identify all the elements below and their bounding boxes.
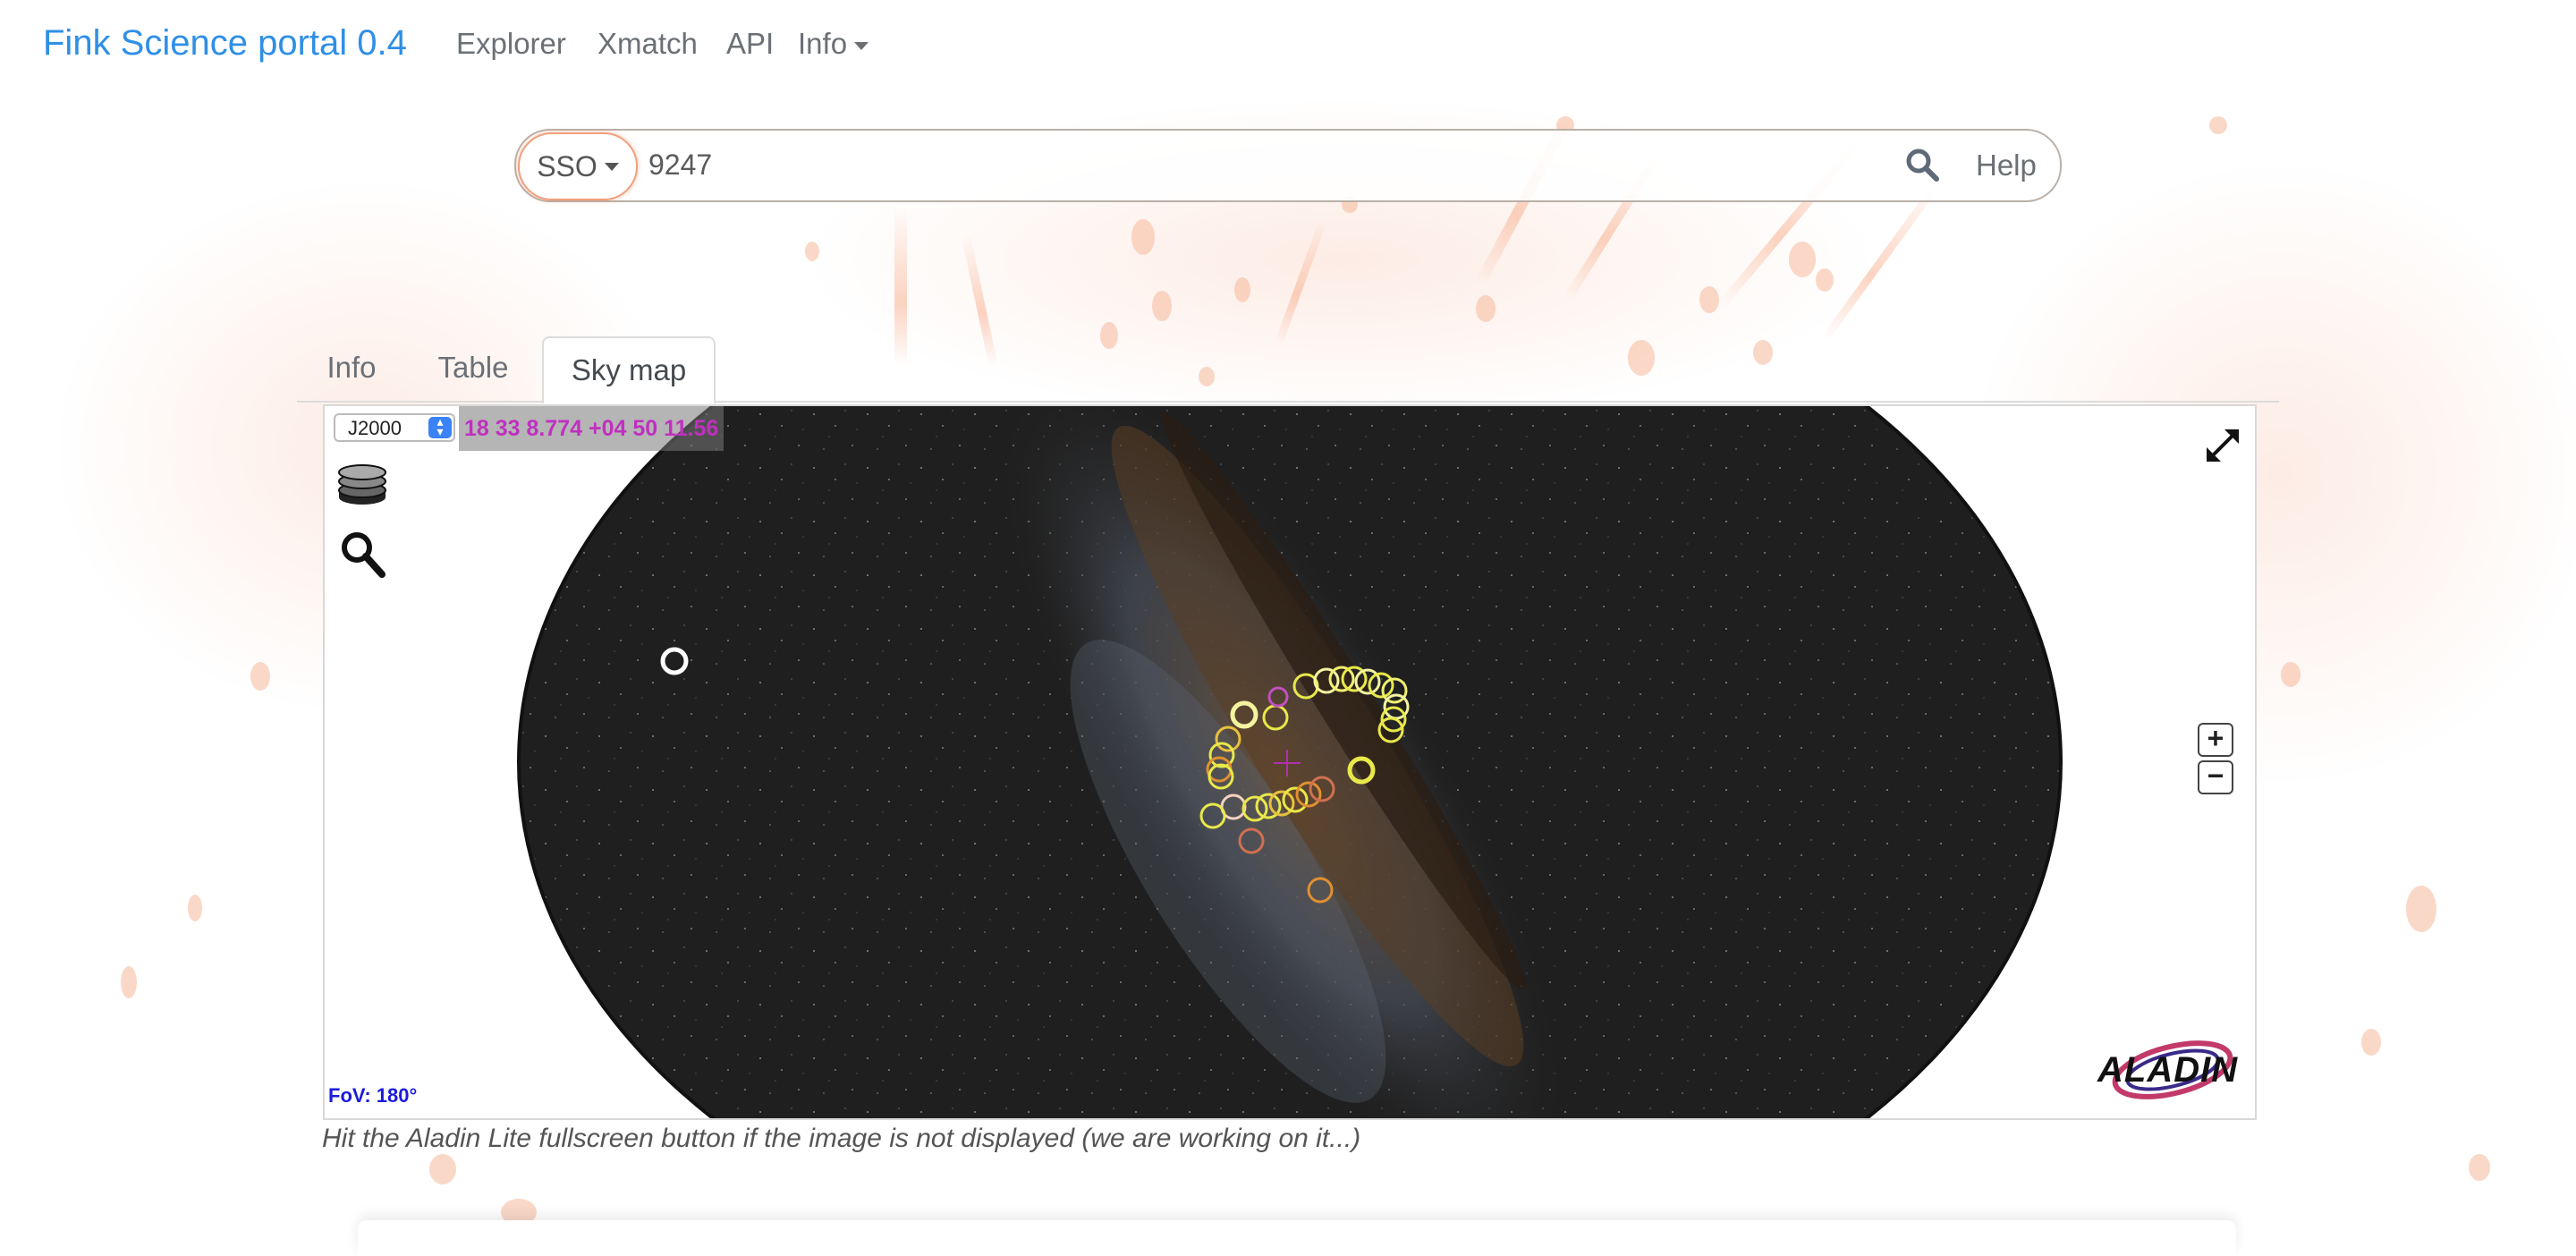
frame-select[interactable]: J2000 ▴ ▾	[334, 413, 455, 442]
nav-explorer[interactable]: Explorer	[456, 27, 566, 61]
tab-table[interactable]: Table	[406, 336, 540, 399]
fov-label: FoV: 180°	[328, 1084, 418, 1107]
chevron-down-icon	[604, 162, 619, 171]
select-arrows-icon: ▴ ▾	[428, 415, 452, 438]
nav-info-label: Info	[798, 27, 848, 60]
search-type-dropdown[interactable]: SSO	[518, 132, 638, 200]
zoom-out-button[interactable]: −	[2198, 760, 2233, 794]
nav-xmatch[interactable]: Xmatch	[597, 27, 698, 61]
sky-view[interactable]	[325, 406, 2255, 1118]
nav-api[interactable]: API	[726, 27, 774, 61]
fullscreen-icon[interactable]	[2201, 424, 2244, 467]
search-icon[interactable]	[1904, 147, 1940, 182]
layers-icon[interactable]	[337, 458, 387, 512]
aladin-logo[interactable]: ALADIN	[2092, 1032, 2239, 1104]
search-input[interactable]: 9247	[648, 149, 712, 182]
chevron-down-icon	[854, 41, 869, 50]
next-card	[358, 1220, 2236, 1256]
aladin-logo-text: ALADIN	[2097, 1050, 2239, 1090]
aladin-sky-map[interactable]: J2000 ▴ ▾ 18 33 8.774 +04 50 11.56 + − FoV…	[323, 404, 2257, 1120]
tab-sky-map[interactable]: Sky map	[542, 336, 716, 404]
result-tabs: Info Table Sky map	[297, 336, 2279, 404]
nav-info-dropdown[interactable]: Info	[798, 27, 869, 61]
sky-map-note: Hit the Aladin Lite fullscreen button if…	[322, 1124, 1361, 1153]
brand-link[interactable]: Fink Science portal 0.4	[43, 23, 407, 64]
navbar: Fink Science portal 0.4 Explorer Xmatch …	[0, 0, 2576, 89]
search-type-label: SSO	[537, 149, 597, 182]
coordinate-readout: 18 33 8.774 +04 50 11.56	[459, 406, 724, 451]
tab-info[interactable]: Info	[297, 336, 406, 399]
zoom-in-button[interactable]: +	[2198, 723, 2233, 757]
search-icon[interactable]	[337, 528, 387, 581]
frame-select-value: J2000	[348, 417, 402, 439]
search-bar: SSO 9247 Help	[514, 129, 2062, 202]
help-link[interactable]: Help	[1976, 149, 2037, 182]
